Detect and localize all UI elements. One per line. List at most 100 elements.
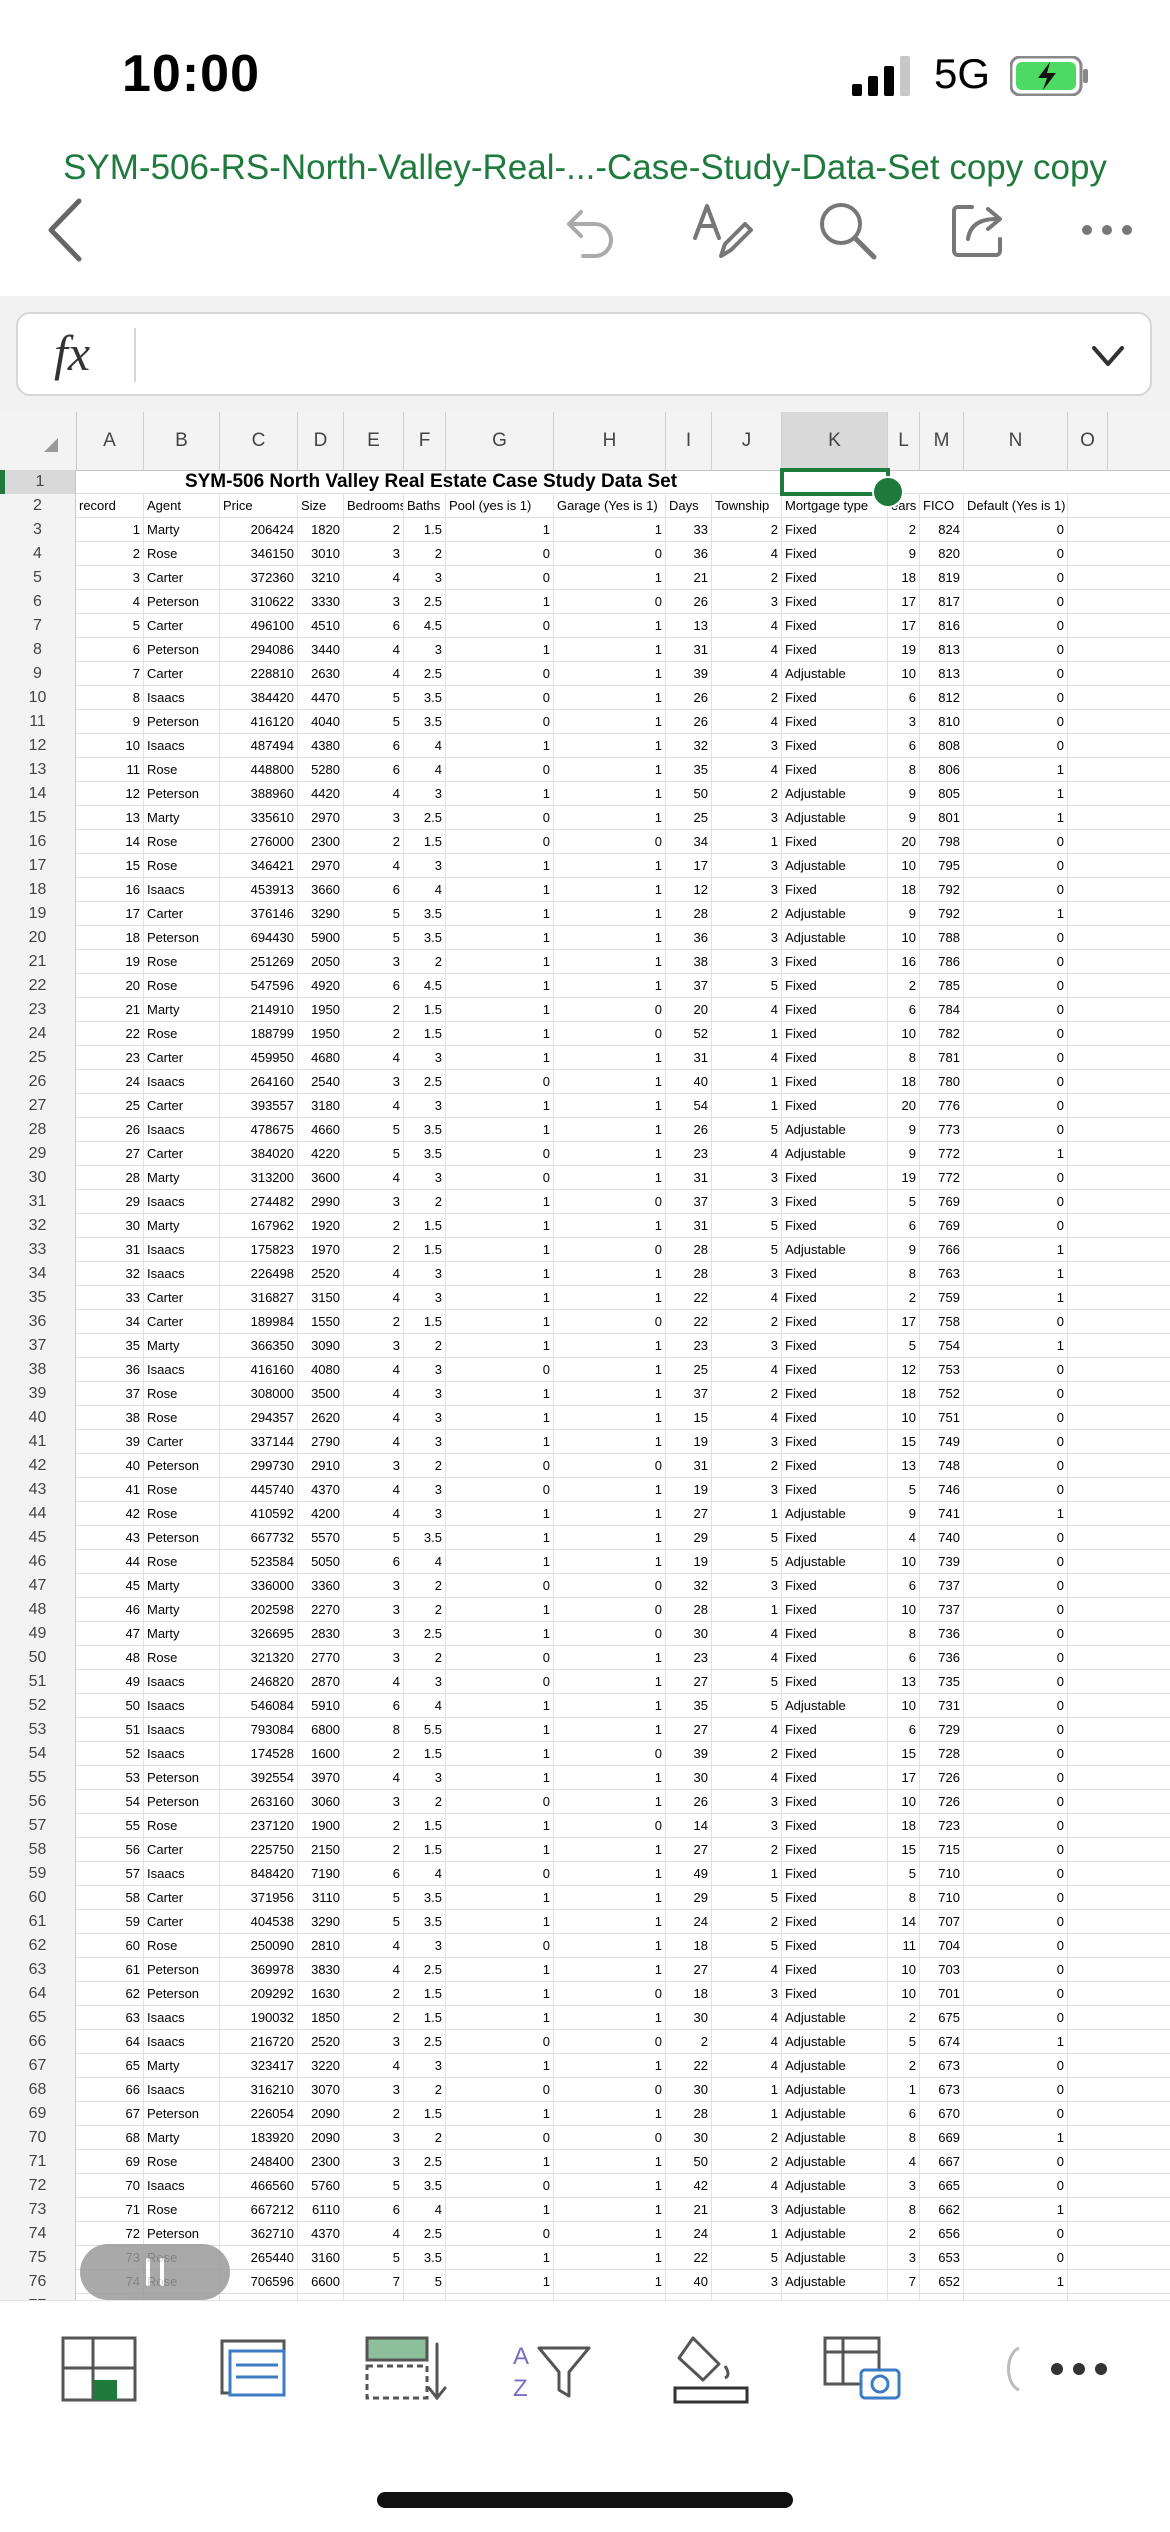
data-cell[interactable]: 3.5 bbox=[404, 2174, 446, 2198]
data-cell[interactable]: 3 bbox=[404, 854, 446, 878]
data-cell[interactable]: 1970 bbox=[298, 1238, 344, 1262]
data-cell[interactable]: 0 bbox=[964, 1382, 1068, 1406]
data-cell[interactable]: 5050 bbox=[298, 1550, 344, 1574]
row-header[interactable]: 47 bbox=[0, 1574, 76, 1598]
data-cell[interactable]: 8 bbox=[344, 1718, 404, 1742]
data-cell[interactable]: 31 bbox=[666, 638, 712, 662]
data-cell[interactable]: 5760 bbox=[298, 2174, 344, 2198]
data-cell[interactable]: Fixed bbox=[782, 1358, 888, 1382]
data-cell[interactable]: Rose bbox=[144, 1814, 220, 1838]
data-cell[interactable]: 3 bbox=[712, 1478, 782, 1502]
data-cell[interactable]: 4.5 bbox=[404, 614, 446, 638]
row-header[interactable]: 20 bbox=[0, 926, 76, 950]
data-cell[interactable]: 772 bbox=[920, 1166, 964, 1190]
data-cell[interactable]: 547596 bbox=[220, 974, 298, 998]
column-header-e[interactable]: E bbox=[344, 412, 404, 470]
data-cell[interactable]: 0 bbox=[964, 950, 1068, 974]
data-cell[interactable]: 3 bbox=[712, 806, 782, 830]
data-cell[interactable]: 3 bbox=[712, 1334, 782, 1358]
data-cell[interactable]: Fixed bbox=[782, 878, 888, 902]
data-cell[interactable]: 675 bbox=[920, 2006, 964, 2030]
data-cell[interactable]: 1.5 bbox=[404, 1238, 446, 1262]
data-cell[interactable]: 19 bbox=[76, 950, 144, 974]
data-cell[interactable]: Adjustable bbox=[782, 2030, 888, 2054]
data-cell[interactable]: 3.5 bbox=[404, 1142, 446, 1166]
data-cell[interactable]: Carter bbox=[144, 902, 220, 926]
data-cell[interactable]: 813 bbox=[920, 638, 964, 662]
row-header[interactable]: 76 bbox=[0, 2270, 76, 2294]
data-cell[interactable]: 0 bbox=[554, 1574, 666, 1598]
data-cell[interactable]: Isaacs bbox=[144, 1862, 220, 1886]
data-cell[interactable]: 1 bbox=[964, 1502, 1068, 1526]
data-cell[interactable]: Fixed bbox=[782, 1166, 888, 1190]
data-cell[interactable]: 33 bbox=[76, 1286, 144, 1310]
data-cell[interactable]: 1 bbox=[712, 1502, 782, 1526]
data-cell[interactable]: 12 bbox=[76, 782, 144, 806]
data-cell[interactable]: 496100 bbox=[220, 614, 298, 638]
data-cell[interactable]: Fixed bbox=[782, 1670, 888, 1694]
data-cell[interactable]: 754 bbox=[920, 1334, 964, 1358]
data-cell[interactable]: 1 bbox=[446, 878, 554, 902]
data-cell[interactable]: 8 bbox=[888, 1622, 920, 1646]
data-cell[interactable]: 1.5 bbox=[404, 830, 446, 854]
data-cell[interactable]: 384020 bbox=[220, 1142, 298, 1166]
data-cell[interactable]: 1 bbox=[446, 734, 554, 758]
data-cell[interactable]: 68 bbox=[76, 2126, 144, 2150]
spreadsheet-grid[interactable]: ABCDEFGHIJKLMNO 1 SYM-506 North Valley Re… bbox=[0, 412, 1170, 2300]
data-cell[interactable]: 0 bbox=[554, 1022, 666, 1046]
data-cell[interactable]: 4 bbox=[344, 1406, 404, 1430]
data-cell[interactable]: 3 bbox=[76, 566, 144, 590]
data-cell[interactable]: 2300 bbox=[298, 830, 344, 854]
row-header[interactable]: 39 bbox=[0, 1382, 76, 1406]
data-cell[interactable]: 0 bbox=[446, 1646, 554, 1670]
data-cell[interactable]: 1 bbox=[554, 1478, 666, 1502]
data-cell[interactable]: 3330 bbox=[298, 590, 344, 614]
data-cell[interactable]: 4 bbox=[712, 614, 782, 638]
data-cell[interactable]: Adjustable bbox=[782, 2150, 888, 2174]
data-cell[interactable]: Fixed bbox=[782, 974, 888, 998]
data-cell[interactable]: 1 bbox=[446, 1550, 554, 1574]
data-cell[interactable]: 2620 bbox=[298, 1406, 344, 1430]
row-header[interactable]: 35 bbox=[0, 1286, 76, 1310]
data-cell[interactable]: 1 bbox=[446, 2054, 554, 2078]
data-cell[interactable]: 0 bbox=[964, 1358, 1068, 1382]
data-cell[interactable]: 2 bbox=[666, 2030, 712, 2054]
data-cell[interactable]: 22 bbox=[666, 2054, 712, 2078]
data-cell[interactable]: 14 bbox=[76, 830, 144, 854]
sheet-title-cell[interactable]: SYM-506 North Valley Real Estate Case St… bbox=[76, 470, 786, 494]
data-cell[interactable]: 2870 bbox=[298, 1670, 344, 1694]
data-cell[interactable]: 748 bbox=[920, 1454, 964, 1478]
column-header-g[interactable]: G bbox=[446, 412, 554, 470]
data-cell[interactable]: 785 bbox=[920, 974, 964, 998]
data-cell[interactable]: Isaacs bbox=[144, 2030, 220, 2054]
data-cell[interactable]: 0 bbox=[554, 2078, 666, 2102]
data-cell[interactable]: 48 bbox=[76, 1646, 144, 1670]
data-cell[interactable]: 4 bbox=[712, 1046, 782, 1070]
data-cell[interactable]: 3290 bbox=[298, 1910, 344, 1934]
data-cell[interactable]: 3 bbox=[712, 590, 782, 614]
data-cell[interactable]: 1550 bbox=[298, 1310, 344, 1334]
data-cell[interactable]: 63 bbox=[76, 2006, 144, 2030]
data-cell[interactable]: 1 bbox=[554, 734, 666, 758]
data-cell[interactable]: 0 bbox=[964, 1046, 1068, 1070]
data-cell[interactable]: Isaacs bbox=[144, 1238, 220, 1262]
data-cell[interactable]: 11 bbox=[888, 1934, 920, 1958]
data-cell[interactable]: Carter bbox=[144, 1430, 220, 1454]
data-cell[interactable]: 6 bbox=[344, 878, 404, 902]
data-cell[interactable]: 1900 bbox=[298, 1814, 344, 1838]
data-cell[interactable]: 1 bbox=[446, 2102, 554, 2126]
data-cell[interactable]: 10 bbox=[888, 1550, 920, 1574]
data-cell[interactable]: 4 bbox=[404, 878, 446, 902]
data-cell[interactable]: 66 bbox=[76, 2078, 144, 2102]
data-cell[interactable]: 226054 bbox=[220, 2102, 298, 2126]
data-cell[interactable]: 3 bbox=[404, 1934, 446, 1958]
data-cell[interactable]: 313200 bbox=[220, 1166, 298, 1190]
select-all-corner[interactable] bbox=[0, 412, 77, 470]
toolbar-more-button[interactable] bbox=[1034, 2329, 1124, 2409]
data-cell[interactable]: 20 bbox=[888, 1094, 920, 1118]
data-cell[interactable]: Adjustable bbox=[782, 902, 888, 926]
data-cell[interactable]: 0 bbox=[446, 1790, 554, 1814]
data-cell[interactable]: 7190 bbox=[298, 1862, 344, 1886]
data-cell[interactable]: Fixed bbox=[782, 1886, 888, 1910]
data-cell[interactable]: 35 bbox=[666, 758, 712, 782]
